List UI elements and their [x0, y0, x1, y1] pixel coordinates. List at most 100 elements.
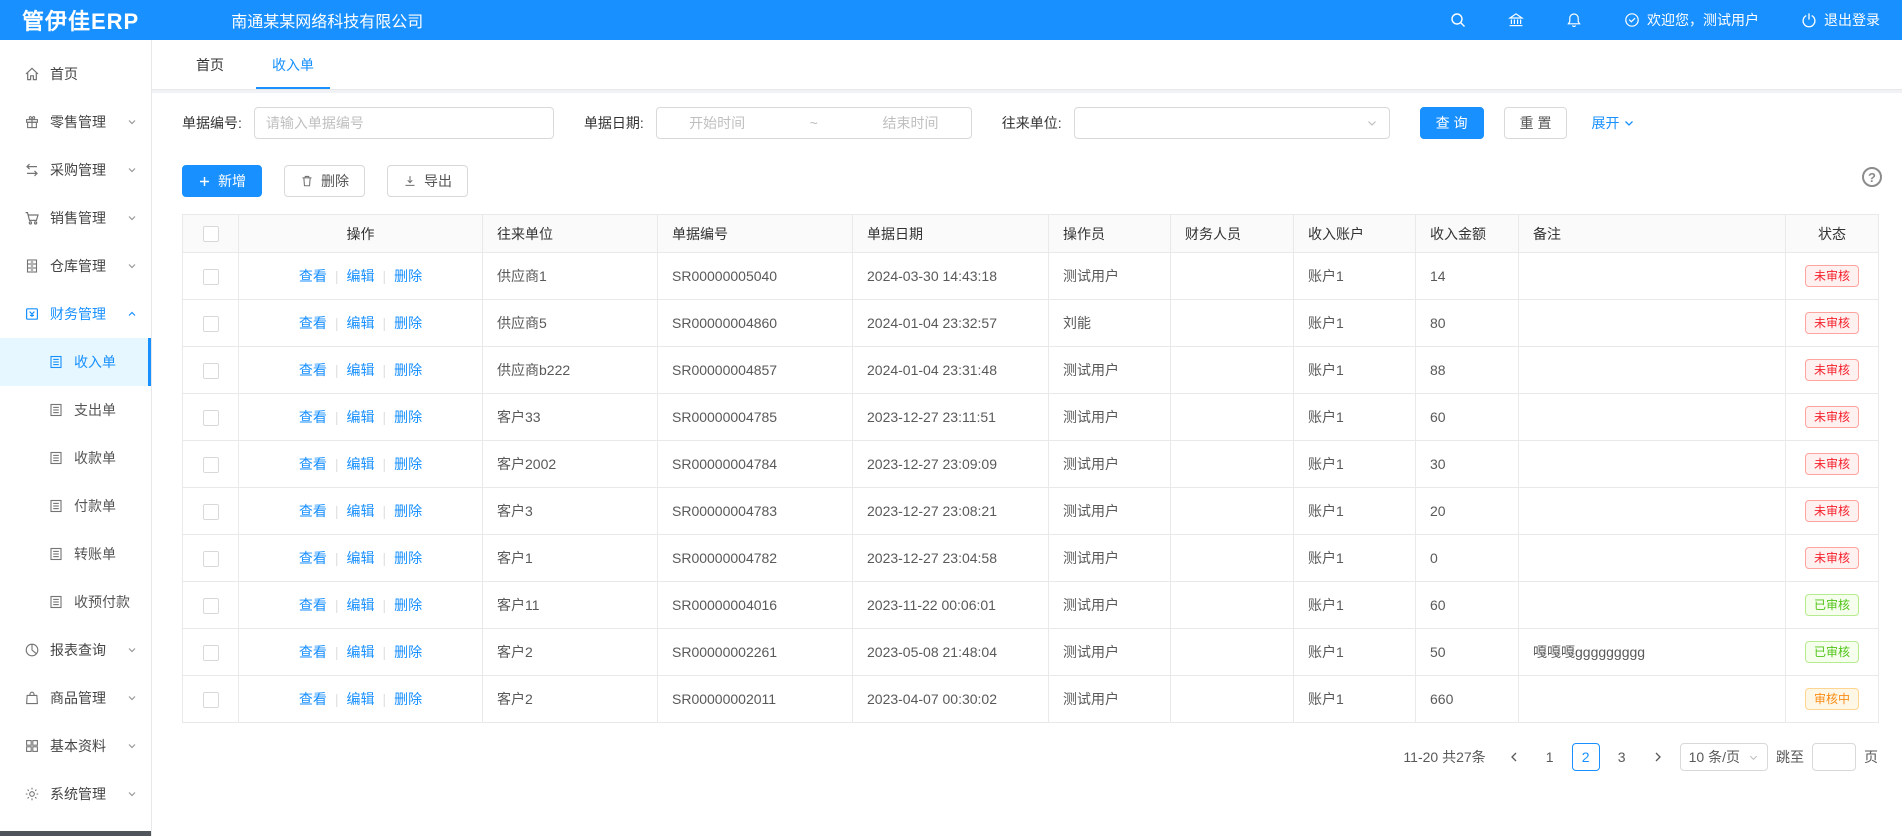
- row-checkbox[interactable]: [203, 269, 219, 285]
- cell-partner: 客户11: [483, 582, 658, 629]
- prev-page-button[interactable]: [1500, 743, 1528, 771]
- sidebar-item-warehouse[interactable]: 仓库管理: [0, 242, 151, 290]
- row-checkbox[interactable]: [203, 316, 219, 332]
- sidebar-subitem-income[interactable]: 收入单: [0, 338, 151, 386]
- cell-amount: 0: [1416, 535, 1519, 582]
- cell-bill-no: SR00000004857: [658, 347, 853, 394]
- logout-button[interactable]: 退出登录: [1801, 10, 1880, 30]
- sidebar-item-home[interactable]: 首页: [0, 50, 151, 98]
- sidebar-subitem-payment[interactable]: 付款单: [0, 482, 151, 530]
- help-icon[interactable]: ?: [1862, 167, 1882, 187]
- edit-link[interactable]: 编辑: [347, 315, 375, 331]
- delete-link[interactable]: 删除: [394, 550, 422, 566]
- row-checkbox[interactable]: [203, 598, 219, 614]
- delete-link[interactable]: 删除: [394, 268, 422, 284]
- page-button-2-current[interactable]: 2: [1572, 743, 1600, 771]
- edit-link[interactable]: 编辑: [347, 409, 375, 425]
- add-button[interactable]: 新增: [182, 165, 262, 197]
- view-link[interactable]: 查看: [299, 644, 327, 660]
- table-row: 查看编辑删除 客户1 SR00000004782 2023-12-27 23:0…: [183, 535, 1879, 582]
- sidebar-item-retail[interactable]: 零售管理: [0, 98, 151, 146]
- chevron-down-icon: [127, 165, 137, 175]
- cell-bill-no: SR00000004782: [658, 535, 853, 582]
- logout-text: 退出登录: [1824, 10, 1880, 30]
- edit-link[interactable]: 编辑: [347, 268, 375, 284]
- sidebar-item-reports[interactable]: 报表查询: [0, 626, 151, 674]
- view-link[interactable]: 查看: [299, 409, 327, 425]
- sidebar-subitem-expense[interactable]: 支出单: [0, 386, 151, 434]
- delete-link[interactable]: 删除: [394, 644, 422, 660]
- row-checkbox[interactable]: [203, 692, 219, 708]
- bank-icon[interactable]: [1508, 12, 1524, 28]
- chevron-down-icon: [127, 117, 137, 127]
- row-checkbox[interactable]: [203, 551, 219, 567]
- row-checkbox[interactable]: [203, 363, 219, 379]
- sidebar-item-goods[interactable]: 商品管理: [0, 674, 151, 722]
- view-link[interactable]: 查看: [299, 315, 327, 331]
- table-row: 查看编辑删除 客户3 SR00000004783 2023-12-27 23:0…: [183, 488, 1879, 535]
- view-link[interactable]: 查看: [299, 503, 327, 519]
- view-link[interactable]: 查看: [299, 597, 327, 613]
- view-link[interactable]: 查看: [299, 550, 327, 566]
- next-page-button[interactable]: [1644, 743, 1672, 771]
- sidebar-item-finance[interactable]: 财务管理: [0, 290, 151, 338]
- sidebar-item-basic-data[interactable]: 基本资料: [0, 722, 151, 770]
- sidebar-subitem-transfer[interactable]: 转账单: [0, 530, 151, 578]
- delete-link[interactable]: 删除: [394, 409, 422, 425]
- delete-link[interactable]: 删除: [394, 315, 422, 331]
- view-link[interactable]: 查看: [299, 691, 327, 707]
- edit-link[interactable]: 编辑: [347, 503, 375, 519]
- page-jump: 跳至 页: [1776, 743, 1878, 771]
- edit-link[interactable]: 编辑: [347, 550, 375, 566]
- view-link[interactable]: 查看: [299, 362, 327, 378]
- page-button-3[interactable]: 3: [1608, 743, 1636, 771]
- sidebar-item-sales[interactable]: 销售管理: [0, 194, 151, 242]
- search-button[interactable]: 查 询: [1420, 107, 1484, 139]
- edit-link[interactable]: 编辑: [347, 362, 375, 378]
- tab-home[interactable]: 首页: [180, 40, 240, 89]
- search-icon[interactable]: [1450, 12, 1466, 28]
- view-link[interactable]: 查看: [299, 456, 327, 472]
- partner-select[interactable]: [1074, 107, 1390, 139]
- income-bill-table: 操作 往来单位 单据编号 单据日期 操作员 财务人员 收入账户 收入金额 备注 …: [182, 214, 1879, 723]
- reset-button[interactable]: 重 置: [1504, 107, 1568, 139]
- delete-link[interactable]: 删除: [394, 362, 422, 378]
- export-button[interactable]: 导出: [387, 165, 468, 197]
- delete-link[interactable]: 删除: [394, 691, 422, 707]
- view-link[interactable]: 查看: [299, 268, 327, 284]
- finance-submenu: 收入单 支出单 收款单 付款单 转账单: [0, 338, 151, 626]
- welcome-user[interactable]: 欢迎您，测试用户: [1624, 10, 1759, 30]
- cell-bill-date: 2024-01-04 23:32:57: [853, 300, 1049, 347]
- sidebar-item-system[interactable]: 系统管理: [0, 770, 151, 818]
- sidebar-subitem-prepayment[interactable]: 收预付款: [0, 578, 151, 626]
- row-checkbox[interactable]: [203, 645, 219, 661]
- finance-icon: [24, 306, 40, 322]
- date-range-picker[interactable]: 开始时间 ~ 结束时间: [656, 107, 972, 139]
- sidebar-collapse-bar[interactable]: [0, 831, 151, 836]
- cell-operator: 测试用户: [1049, 535, 1171, 582]
- delete-link[interactable]: 删除: [394, 503, 422, 519]
- delete-link[interactable]: 删除: [394, 597, 422, 613]
- row-checkbox[interactable]: [203, 410, 219, 426]
- sidebar-subitem-receipt[interactable]: 收款单: [0, 434, 151, 482]
- edit-link[interactable]: 编辑: [347, 597, 375, 613]
- sidebar-item-purchase[interactable]: 采购管理: [0, 146, 151, 194]
- page-button-1[interactable]: 1: [1536, 743, 1564, 771]
- cell-finance-staff: [1171, 253, 1294, 300]
- bill-no-input[interactable]: [254, 107, 554, 139]
- edit-link[interactable]: 编辑: [347, 691, 375, 707]
- tab-income-bill[interactable]: 收入单: [256, 40, 330, 89]
- edit-link[interactable]: 编辑: [347, 644, 375, 660]
- row-checkbox[interactable]: [203, 457, 219, 473]
- delete-button[interactable]: 删除: [284, 165, 365, 197]
- page-size-select[interactable]: 10 条/页: [1680, 743, 1768, 771]
- notification-bell-icon[interactable]: [1566, 12, 1582, 28]
- edit-link[interactable]: 编辑: [347, 456, 375, 472]
- cell-finance-staff: [1171, 347, 1294, 394]
- jump-page-input[interactable]: [1812, 743, 1856, 771]
- select-all-checkbox[interactable]: [203, 226, 219, 242]
- expand-filters-link[interactable]: 展开: [1591, 113, 1635, 133]
- row-checkbox[interactable]: [203, 504, 219, 520]
- swap-arrows-icon: [24, 162, 40, 178]
- delete-link[interactable]: 删除: [394, 456, 422, 472]
